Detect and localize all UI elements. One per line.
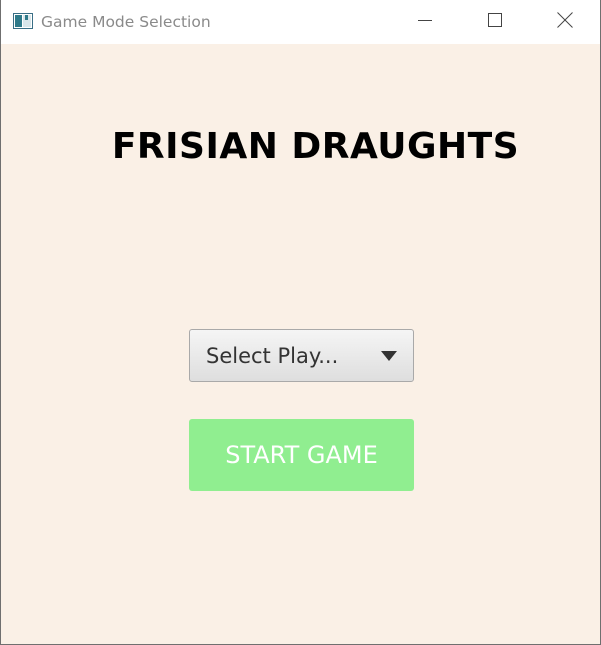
- game-mode-window: Game Mode Selection FRISIAN DRAUGHTS Sel…: [0, 0, 601, 645]
- start-game-button[interactable]: START GAME: [189, 419, 414, 491]
- player-select-dropdown[interactable]: Select Play...: [189, 329, 414, 382]
- minimize-button[interactable]: [390, 0, 460, 42]
- minimize-icon: [418, 20, 432, 21]
- page-title: FRISIAN DRAUGHTS: [111, 126, 520, 167]
- close-icon: [557, 12, 573, 28]
- window-controls: [390, 0, 600, 44]
- main-content: FRISIAN DRAUGHTS Select Play... START GA…: [1, 44, 600, 644]
- title-bar[interactable]: Game Mode Selection: [1, 0, 600, 44]
- maximize-button[interactable]: [460, 0, 530, 42]
- chevron-down-icon: [381, 350, 397, 361]
- maximize-icon: [488, 13, 502, 27]
- app-icon: [13, 13, 33, 29]
- player-select-label: Select Play...: [206, 343, 339, 368]
- close-button[interactable]: [530, 0, 600, 42]
- window-title: Game Mode Selection: [41, 12, 211, 31]
